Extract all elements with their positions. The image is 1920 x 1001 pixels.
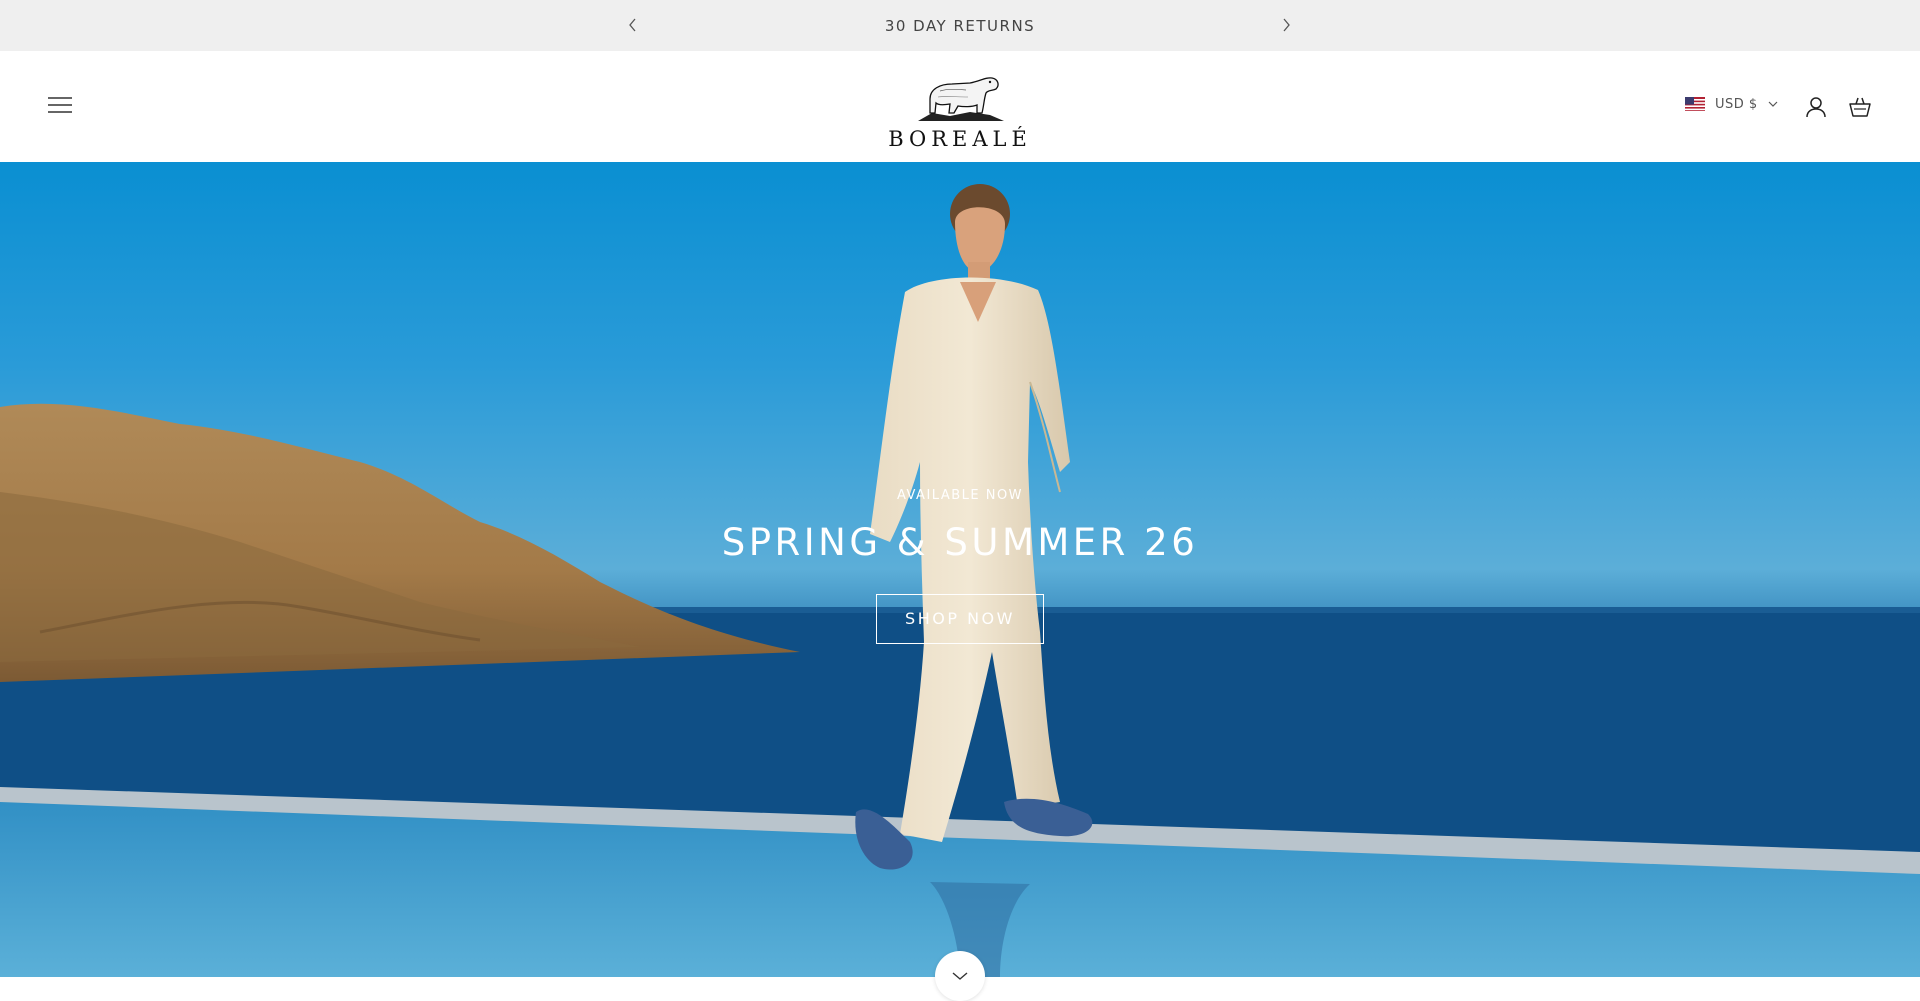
brand-name: BOREALÉ (888, 127, 1032, 151)
brand-logo[interactable]: BOREALÉ (880, 69, 1040, 153)
hero-banner: AVAILABLE NOW SPRING & SUMMER 26 SHOP NO… (0, 162, 1920, 977)
shop-now-button[interactable]: SHOP NOW (876, 594, 1044, 644)
us-flag-icon (1685, 97, 1705, 111)
chevron-down-icon (952, 972, 968, 980)
cart-button[interactable] (1848, 95, 1872, 119)
shopping-basket-icon (1849, 97, 1871, 117)
menu-button[interactable] (46, 93, 74, 117)
currency-selector[interactable]: USD $ (1685, 94, 1778, 114)
announcement-next-button[interactable] (1275, 14, 1297, 36)
polar-bear-icon (918, 77, 1004, 121)
currency-label: USD $ (1715, 96, 1758, 112)
site-header: BOREALÉ USD $ (0, 51, 1920, 162)
announcement-bar: 30 DAY RETURNS (0, 0, 1920, 51)
hamburger-menu-icon (48, 97, 72, 113)
account-button[interactable] (1804, 95, 1828, 119)
hero-content: AVAILABLE NOW SPRING & SUMMER 26 SHOP NO… (0, 488, 1920, 644)
announcement-text: 30 DAY RETURNS (884, 16, 1036, 35)
chevron-left-icon (629, 18, 636, 32)
hero-title: SPRING & SUMMER 26 (721, 521, 1199, 564)
chevron-right-icon (1283, 18, 1290, 32)
user-account-icon (1806, 97, 1826, 118)
chevron-down-icon (1768, 101, 1778, 107)
scroll-down-button[interactable] (935, 951, 985, 1001)
announcement-prev-button[interactable] (622, 14, 644, 36)
hero-kicker: AVAILABLE NOW (896, 488, 1024, 503)
